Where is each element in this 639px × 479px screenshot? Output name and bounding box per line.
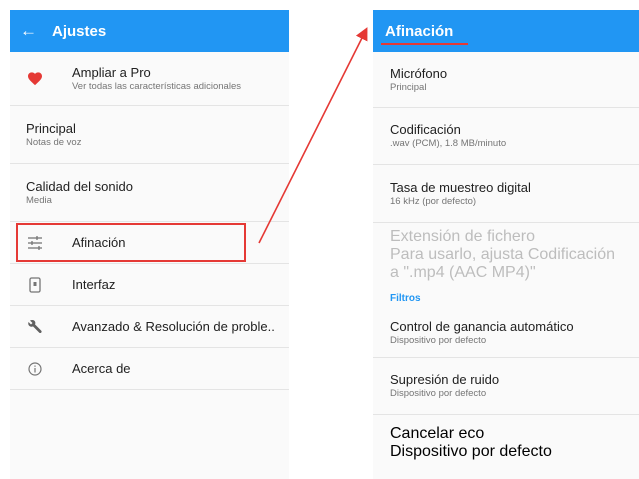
noise-suppression-subtitle: Dispositivo por defecto [390, 388, 487, 399]
encoding-subtitle: .wav (PCM), 1.8 MB/minuto [390, 138, 507, 149]
avanzado-label: Avanzado & Resolución de proble.. [72, 318, 275, 334]
microphone-title: Micrófono [390, 65, 448, 81]
encoding-item[interactable]: Codificación .wav (PCM), 1.8 MB/minuto [373, 108, 639, 165]
back-arrow-icon[interactable]: ← [20, 21, 52, 41]
principal-subtitle: Notas de voz [26, 136, 82, 148]
menu-item-avanzado[interactable]: Avanzado & Resolución de proble.. [10, 306, 289, 348]
noise-suppression-title: Supresión de ruido [390, 372, 500, 387]
app-bar: ← Ajustes [10, 10, 289, 52]
heart-icon [10, 71, 60, 86]
sample-rate-subtitle: 16 kHz (por defecto) [390, 195, 477, 207]
auto-gain-item[interactable]: Control de ganancia automático Dispositi… [373, 309, 639, 358]
sound-quality-title: Calidad del sonido [26, 178, 133, 194]
info-icon [10, 361, 60, 376]
interfaz-label: Interfaz [72, 276, 116, 292]
sound-quality-item[interactable]: Calidad del sonido Media [10, 164, 289, 222]
menu-item-afinacion[interactable]: Afinación [10, 222, 289, 264]
microphone-item[interactable]: Micrófono Principal [373, 52, 639, 108]
phone-icon [10, 276, 60, 293]
tuning-screen: Afinación Micrófono Principal Codificaci… [373, 10, 639, 479]
principal-title: Principal [26, 120, 76, 136]
file-extension-item: Extensión de fichero Para usarlo, ajusta… [373, 223, 639, 287]
principal-item[interactable]: Principal Notas de voz [10, 106, 289, 164]
echo-cancel-subtitle: Dispositivo por defecto [390, 443, 552, 460]
upgrade-pro-item[interactable]: Ampliar a Pro Ver todas las característi… [10, 52, 289, 106]
wrench-icon [10, 319, 60, 335]
echo-cancel-item[interactable]: Cancelar eco Dispositivo por defecto [373, 415, 639, 471]
echo-cancel-title: Cancelar eco [390, 425, 485, 442]
noise-suppression-item[interactable]: Supresión de ruido Dispositivo por defec… [373, 358, 639, 415]
encoding-title: Codificación [390, 122, 461, 137]
filters-category-label: Filtros [390, 292, 421, 304]
tune-icon [10, 235, 60, 250]
app-bar-title: Afinación [385, 22, 454, 40]
menu-item-acerca[interactable]: Acerca de [10, 348, 289, 390]
app-bar-title: Ajustes [52, 22, 107, 40]
file-extension-title: Extensión de fichero [390, 228, 535, 245]
sample-rate-item[interactable]: Tasa de muestreo digital 16 kHz (por def… [373, 165, 639, 223]
filters-category: Filtros [373, 287, 639, 309]
settings-screen: ← Ajustes Ampliar a Pro Ver todas las ca… [10, 10, 289, 479]
menu-item-interfaz[interactable]: Interfaz [10, 264, 289, 306]
sample-rate-title: Tasa de muestreo digital [390, 179, 531, 195]
microphone-subtitle: Principal [390, 81, 427, 93]
auto-gain-title: Control de ganancia automático [390, 319, 574, 334]
upgrade-pro-subtitle: Ver todas las características adicionale… [72, 80, 241, 92]
app-bar: Afinación [373, 10, 639, 52]
afinacion-label: Afinación [72, 234, 126, 250]
upgrade-pro-title: Ampliar a Pro [72, 64, 151, 80]
sound-quality-subtitle: Media [26, 194, 52, 206]
file-extension-subtitle: Para usarlo, ajusta Codificación a ".mp4… [390, 246, 616, 281]
auto-gain-subtitle: Dispositivo por defecto [390, 335, 487, 346]
acerca-label: Acerca de [72, 360, 131, 376]
